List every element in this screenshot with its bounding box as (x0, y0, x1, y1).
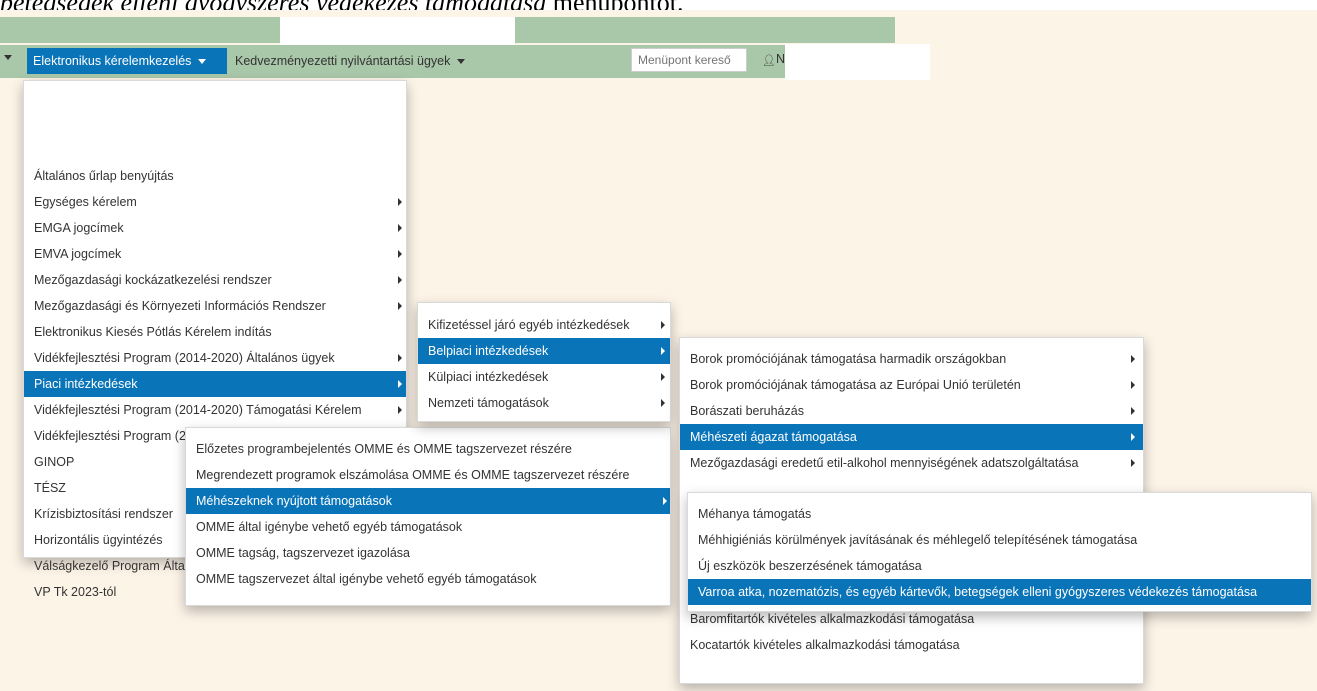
dropdown-meheszeknek-nyujtott-tamogatasok: Méhanya támogatás Méhhigiéniás körülménye… (687, 492, 1312, 612)
chevron-right-icon (398, 198, 402, 206)
chevron-right-icon (398, 354, 402, 362)
chevron-right-icon (1131, 433, 1135, 441)
chevron-right-icon (398, 302, 402, 310)
dropdown-meheszeti-agazat: Előzetes programbejelentés OMME és OMME … (185, 427, 671, 606)
menu-item-kifizetessel-jaro-egyeb-intezkedesek[interactable]: Kifizetéssel járó egyéb intézkedések (418, 312, 670, 338)
menu-item-altalanos-urlap-benyujtas[interactable]: Általános űrlap benyújtás (24, 163, 406, 189)
menu-item-label: GINOP (34, 455, 75, 469)
menu-item-label: Piaci intézkedések (34, 377, 138, 391)
user-name[interactable]: N (776, 52, 785, 66)
menu-item-label: Új eszközök beszerzésének támogatása (698, 559, 922, 573)
menu-item-label: Méhanya támogatás (698, 507, 812, 521)
chevron-right-icon (661, 373, 665, 381)
menu-item-label: Vidékfejlesztési Program (2014-2020) Ált… (34, 351, 335, 365)
chevron-right-icon (661, 347, 665, 355)
user-redaction (785, 44, 930, 80)
nav-item-label: Elektronikus kérelemkezelés (33, 54, 192, 68)
menu-item-label: EMVA jogcímek (34, 247, 122, 261)
user-icon[interactable]: 👤︎ (762, 54, 776, 67)
menu-item-label: Elektronikus Kiesés Pótlás Kérelem indít… (34, 325, 272, 339)
menu-item-label: Krízisbiztosítási rendszer (34, 507, 173, 521)
menu-item-label: OMME által igénybe vehető egyéb támogatá… (196, 520, 463, 534)
chevron-right-icon (1131, 355, 1135, 363)
header-redaction (280, 17, 515, 47)
menu-item-label: Méhészeti ágazat támogatása (690, 430, 857, 444)
chevron-right-icon (661, 321, 665, 329)
menu-item-uj-eszkozok-beszerzesenek-tamogatasa[interactable]: Új eszközök beszerzésének támogatása (688, 553, 1311, 579)
menu-item-piaci-intezkedesek[interactable]: Piaci intézkedések (24, 371, 406, 397)
menu-item-elozetes-programbejelentes-omme-es-omme-[interactable]: Előzetes programbejelentés OMME és OMME … (186, 436, 670, 462)
chevron-right-icon (398, 250, 402, 258)
menu-item-label: OMME tagszervezet által igénybe vehető e… (196, 572, 537, 586)
menu-item-label: Nemzeti támogatások (428, 396, 549, 410)
menu-item-meheszeknek-nyujtott-tamogatasok[interactable]: Méhészeknek nyújtott támogatások (186, 488, 670, 514)
menu-item-elektronikus-kieses-potlas-kerelem-indit[interactable]: Elektronikus Kiesés Pótlás Kérelem indít… (24, 319, 406, 345)
menu-search-input[interactable] (631, 48, 747, 72)
menu-item-label: Mezőgazdasági kockázatkezelési rendszer (34, 273, 272, 287)
menu-item-label: Megrendezett programok elszámolása OMME … (196, 468, 630, 482)
menu-item-omme-tagsag-tagszervezet-igazolasa[interactable]: OMME tagság, tagszervezet igazolása (186, 540, 670, 566)
menu-item-omme-altal-igenybe-veheto-egyeb-tamogata[interactable]: OMME által igénybe vehető egyéb támogatá… (186, 514, 670, 540)
menu-item-kocatartok-kiveteles-alkalmazkodasi-tamo[interactable]: Kocatartók kivételes alkalmazkodási támo… (680, 632, 1143, 658)
menu-item-megrendezett-programok-elszamolasa-omme-[interactable]: Megrendezett programok elszámolása OMME … (186, 462, 670, 488)
menu-item-label: Horizontális ügyintézés (34, 533, 163, 547)
menu-item-varroa-atka-nozematozis-es-egyeb-kartevo[interactable]: Varroa atka, nozematózis, és egyéb kárte… (688, 579, 1311, 605)
menu-item-belpiaci-intezkedesek[interactable]: Belpiaci intézkedések (418, 338, 670, 364)
menu-item-label: Méhhigiéniás körülmények javításának és … (698, 533, 1138, 547)
chevron-right-icon (1131, 381, 1135, 389)
menu-item-videkfejlesztesi-program-2014-2020-tamog[interactable]: Vidékfejlesztési Program (2014-2020) Tám… (24, 397, 406, 423)
menu-item-mezogazdasagi-es-kornyezeti-informacios-[interactable]: Mezőgazdasági és Környezeti Információs … (24, 293, 406, 319)
chevron-right-icon (398, 276, 402, 284)
nav-item-kedvezmenyezetti[interactable]: Kedvezményezetti nyilvántartási ügyek (235, 48, 466, 74)
menu-item-label: Borok promóciójának támogatása harmadik … (690, 352, 1007, 366)
chevron-right-icon (1131, 459, 1135, 467)
chevron-right-icon (663, 497, 667, 505)
menu-item-label: Előzetes programbejelentés OMME és OMME … (196, 442, 572, 456)
menu-item-omme-tagszervezet-altal-igenybe-veheto-e[interactable]: OMME tagszervezet által igénybe vehető e… (186, 566, 670, 592)
menu-item-mehhigienias-korulmenyek-javitasanak-es-[interactable]: Méhhigiéniás körülmények javításának és … (688, 527, 1311, 553)
chevron-right-icon (398, 406, 402, 414)
menu-item-label: Kocatartók kivételes alkalmazkodási támo… (690, 638, 960, 652)
menu-item-borok-promociojanak-tamogatasa-az-europa[interactable]: Borok promóciójának támogatása az Európa… (680, 372, 1143, 398)
menu-item-meheszeti-agazat-tamogatasa[interactable]: Méhészeti ágazat támogatása (680, 424, 1143, 450)
menu-item-emga-jogcimek[interactable]: EMGA jogcímek (24, 215, 406, 241)
menu-item-label: Egységes kérelem (34, 195, 137, 209)
menu-item-label: Belpiaci intézkedések (428, 344, 549, 358)
chevron-right-icon (398, 224, 402, 232)
menu-item-nemzeti-tamogatasok[interactable]: Nemzeti támogatások (418, 390, 670, 416)
menu-item-label: TÉSZ (34, 481, 66, 495)
menu-item-label: Méhészeknek nyújtott támogatások (196, 494, 392, 508)
menu-item-label: Külpiaci intézkedések (428, 370, 549, 384)
menu-item-mehanya-tamogatas[interactable]: Méhanya támogatás (688, 501, 1311, 527)
menu-item-label: Borok promóciójának támogatása az Európa… (690, 378, 1021, 392)
menu-item-mezogazdasagi-kockazatkezelesi-rendszer[interactable]: Mezőgazdasági kockázatkezelési rendszer (24, 267, 406, 293)
chevron-right-icon (1131, 407, 1135, 415)
menu-item-label: Kifizetéssel járó egyéb intézkedések (428, 318, 630, 332)
menu-item-label: Mezőgazdasági eredetű etil-alkohol menny… (690, 456, 1079, 470)
menu-item-label: EMGA jogcímek (34, 221, 124, 235)
nav-item-elektronikus-kerelemkezeles[interactable]: Elektronikus kérelemkezelés (27, 48, 227, 74)
menu-item-boraszati-beruhazas[interactable]: Borászati beruházás (680, 398, 1143, 424)
menu-item-label: Általános űrlap benyújtás (34, 169, 174, 183)
chevron-right-icon (661, 399, 665, 407)
menu-item-label: Varroa atka, nozematózis, és egyéb kárte… (698, 585, 1258, 599)
menu-item-mezogazdasagi-eredetu-etil-alkohol-menny[interactable]: Mezőgazdasági eredetű etil-alkohol menny… (680, 450, 1143, 476)
menu-item-label: OMME tagság, tagszervezet igazolása (196, 546, 410, 560)
menu-item-kulpiaci-intezkedesek[interactable]: Külpiaci intézkedések (418, 364, 670, 390)
chevron-down-icon (457, 59, 466, 65)
menu-item-label: Borászati beruházás (690, 404, 804, 418)
dropdown-piaci-intezkedesek: Kifizetéssel járó egyéb intézkedések Belp… (417, 302, 671, 422)
nav-caret-icon[interactable] (4, 55, 12, 60)
menu-item-label: Mezőgazdasági és Környezeti Információs … (34, 299, 326, 313)
menu-item-label: VP Tk 2023-tól (34, 585, 117, 599)
menu-item-borok-promociojanak-tamogatasa-harmadik-[interactable]: Borok promóciójának támogatása harmadik … (680, 346, 1143, 372)
menu-item-emva-jogcimek[interactable]: EMVA jogcímek (24, 241, 406, 267)
menu-item-egyseges-kerelem[interactable]: Egységes kérelem (24, 189, 406, 215)
menu-item-label: Baromfitartók kivételes alkalmazkodási t… (690, 612, 975, 626)
nav-item-label: Kedvezményezetti nyilvántartási ügyek (235, 54, 451, 68)
chevron-right-icon (398, 380, 402, 388)
menu-item-label: Vidékfejlesztési Program (2014-2020) Tám… (34, 403, 362, 417)
menu-item-videkfejlesztesi-program-2014-2020-altal[interactable]: Vidékfejlesztési Program (2014-2020) Ált… (24, 345, 406, 371)
chevron-down-icon (198, 59, 207, 65)
